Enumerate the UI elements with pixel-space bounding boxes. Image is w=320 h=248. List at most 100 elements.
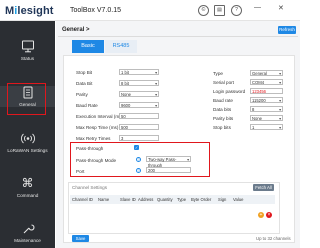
port-input[interactable]: 200 (146, 167, 191, 173)
stop-bit-label: Stop Bit (76, 70, 93, 75)
baud-rate-right-select[interactable]: 115200 ▾ (250, 97, 283, 103)
passthrough-checkbox[interactable]: ✓ (134, 145, 139, 150)
logo: Milesight (5, 5, 54, 17)
col-slave-id: Slave ID (120, 197, 136, 202)
add-channel-button[interactable]: + (258, 212, 264, 218)
sidebar-item-status[interactable]: Status (0, 40, 55, 61)
execution-interval-label: Execution Interval (ms) (76, 114, 123, 119)
app-title: ToolBox V7.0.15 (70, 7, 121, 14)
channel-table-header: Channel ID Name Slave ID Address Quantit… (70, 195, 275, 204)
type-select[interactable]: General ▾ (250, 70, 283, 76)
max-retry-label: Max Retry Times (76, 136, 111, 141)
login-password-label: Login password (213, 89, 246, 94)
serial-port-label: Serial port (213, 80, 234, 85)
execution-interval-input[interactable]: 50 (119, 113, 159, 119)
port-label: Port (76, 169, 85, 174)
col-address: Address (138, 197, 154, 202)
sidebar-item-general[interactable]: General (0, 83, 55, 115)
channel-limit-text: Up to 32 channels (256, 236, 291, 241)
data-bit-value: 8 bit (121, 81, 129, 86)
passthrough-mode-label: Pass-through Mode (76, 158, 117, 163)
minimize-button[interactable]: — (254, 4, 261, 11)
chevron-down-icon: ▾ (155, 93, 157, 97)
sidebar-item-maintenance[interactable]: Maintenance (0, 222, 55, 243)
page-header: General > Refresh (58, 24, 298, 37)
sidebar-item-command[interactable]: ⌘ Command (0, 176, 55, 199)
sidebar-item-label: Command (16, 193, 39, 198)
channel-settings-title: Channel Settings (72, 185, 107, 190)
stop-bit-value: 1 bit (121, 70, 129, 75)
chevron-down-icon: ▾ (279, 99, 281, 103)
stop-bit-select[interactable]: 1 bit ▾ (119, 69, 159, 75)
data-bits-select[interactable]: 8 ▾ (250, 106, 283, 112)
col-channel-id: Channel ID (72, 197, 93, 202)
parity-value: None (121, 92, 132, 97)
passthrough-mode-select[interactable]: Two-way Pass-through ▾ (146, 156, 191, 168)
login-password-input[interactable]: 123456 (250, 88, 283, 94)
col-quantity: Quantity (157, 197, 173, 202)
refresh-button[interactable]: Refresh (278, 26, 296, 34)
stop-bits-value: 1 (252, 125, 255, 130)
type-label: Type (213, 71, 223, 76)
sidebar-item-label: LoRaWAN Settings (7, 148, 48, 153)
col-byte-order: Byte Order (191, 197, 212, 202)
type-value: General (252, 71, 267, 76)
data-bits-value: 8 (252, 107, 255, 112)
page-title: General > (62, 27, 90, 33)
parity-select[interactable]: None ▾ (119, 91, 159, 97)
baud-rate-right-label: Baud rate (213, 98, 233, 103)
baud-rate-label: Baud Rate (76, 103, 98, 108)
sidebar-item-label: Maintenance (14, 238, 41, 243)
chevron-down-icon: ▾ (279, 108, 281, 112)
stop-bits-label: Stop bits (213, 125, 231, 130)
remove-channel-button[interactable]: × (266, 212, 272, 218)
radio-waves-icon (20, 133, 35, 144)
sidebar-item-label: Status (20, 56, 35, 61)
parity-bits-value: None (252, 116, 263, 121)
help-icon[interactable]: ? (136, 168, 141, 173)
serial-port-value: COM4 (252, 80, 265, 85)
sidebar-item-lorawan-settings[interactable]: LoRaWAN Settings (0, 132, 55, 153)
close-button[interactable]: ✕ (278, 4, 284, 12)
serial-port-select[interactable]: COM4 ▾ (250, 79, 283, 85)
fetch-all-button[interactable]: Fetch All (253, 184, 274, 191)
question-icon[interactable]: ? (231, 5, 242, 16)
monitor-icon (21, 40, 34, 53)
chevron-down-icon: ▾ (279, 72, 281, 76)
chevron-down-icon: ▾ (155, 71, 157, 75)
col-value: Value (233, 197, 244, 202)
max-resp-time-input[interactable]: 500 (119, 124, 159, 130)
command-key-icon: ⌘ (21, 176, 34, 190)
parity-bits-label: Parity bits (213, 116, 234, 121)
max-retry-input[interactable]: 3 (119, 135, 159, 141)
tab-basic[interactable]: Basic (72, 40, 104, 53)
chevron-down-icon: ▾ (155, 82, 157, 86)
baud-rate-value: 9600 (121, 103, 131, 108)
chevron-down-icon: ▾ (187, 158, 189, 162)
baud-rate-select[interactable]: 9600 ▾ (119, 102, 159, 108)
passthrough-label: Pass-through (76, 146, 104, 151)
baud-rate-right-value: 115200 (252, 98, 266, 103)
chevron-down-icon: ▾ (279, 126, 281, 130)
max-resp-time-label: Max Resp Time (ms) (76, 125, 119, 130)
stop-bits-select[interactable]: 1 ▾ (250, 124, 283, 130)
highlight-frame (7, 83, 46, 115)
help-icon[interactable]: ? (136, 157, 141, 162)
chevron-down-icon: ▾ (279, 117, 281, 121)
parity-label: Parity (76, 92, 88, 97)
data-bit-select[interactable]: 8 bit ▾ (119, 80, 159, 86)
wrench-icon (23, 224, 34, 234)
col-type: Type (177, 197, 187, 202)
col-name: Name (98, 197, 110, 202)
chevron-down-icon: ▾ (279, 81, 281, 85)
col-sign: Sign (218, 197, 227, 202)
tab-rs485[interactable]: RS485 (105, 40, 137, 53)
data-bit-label: Data Bit (76, 81, 93, 86)
save-button[interactable]: Save (72, 235, 89, 242)
top-bar: Milesight ToolBox V7.0.15 © ▤ ? — ✕ (0, 0, 300, 21)
copyright-icon[interactable]: © (198, 5, 209, 16)
file-icon[interactable]: ▤ (214, 5, 225, 16)
data-bits-label: Data bits (213, 107, 232, 112)
parity-bits-select[interactable]: None ▾ (250, 115, 283, 121)
chevron-down-icon: ▾ (155, 104, 157, 108)
